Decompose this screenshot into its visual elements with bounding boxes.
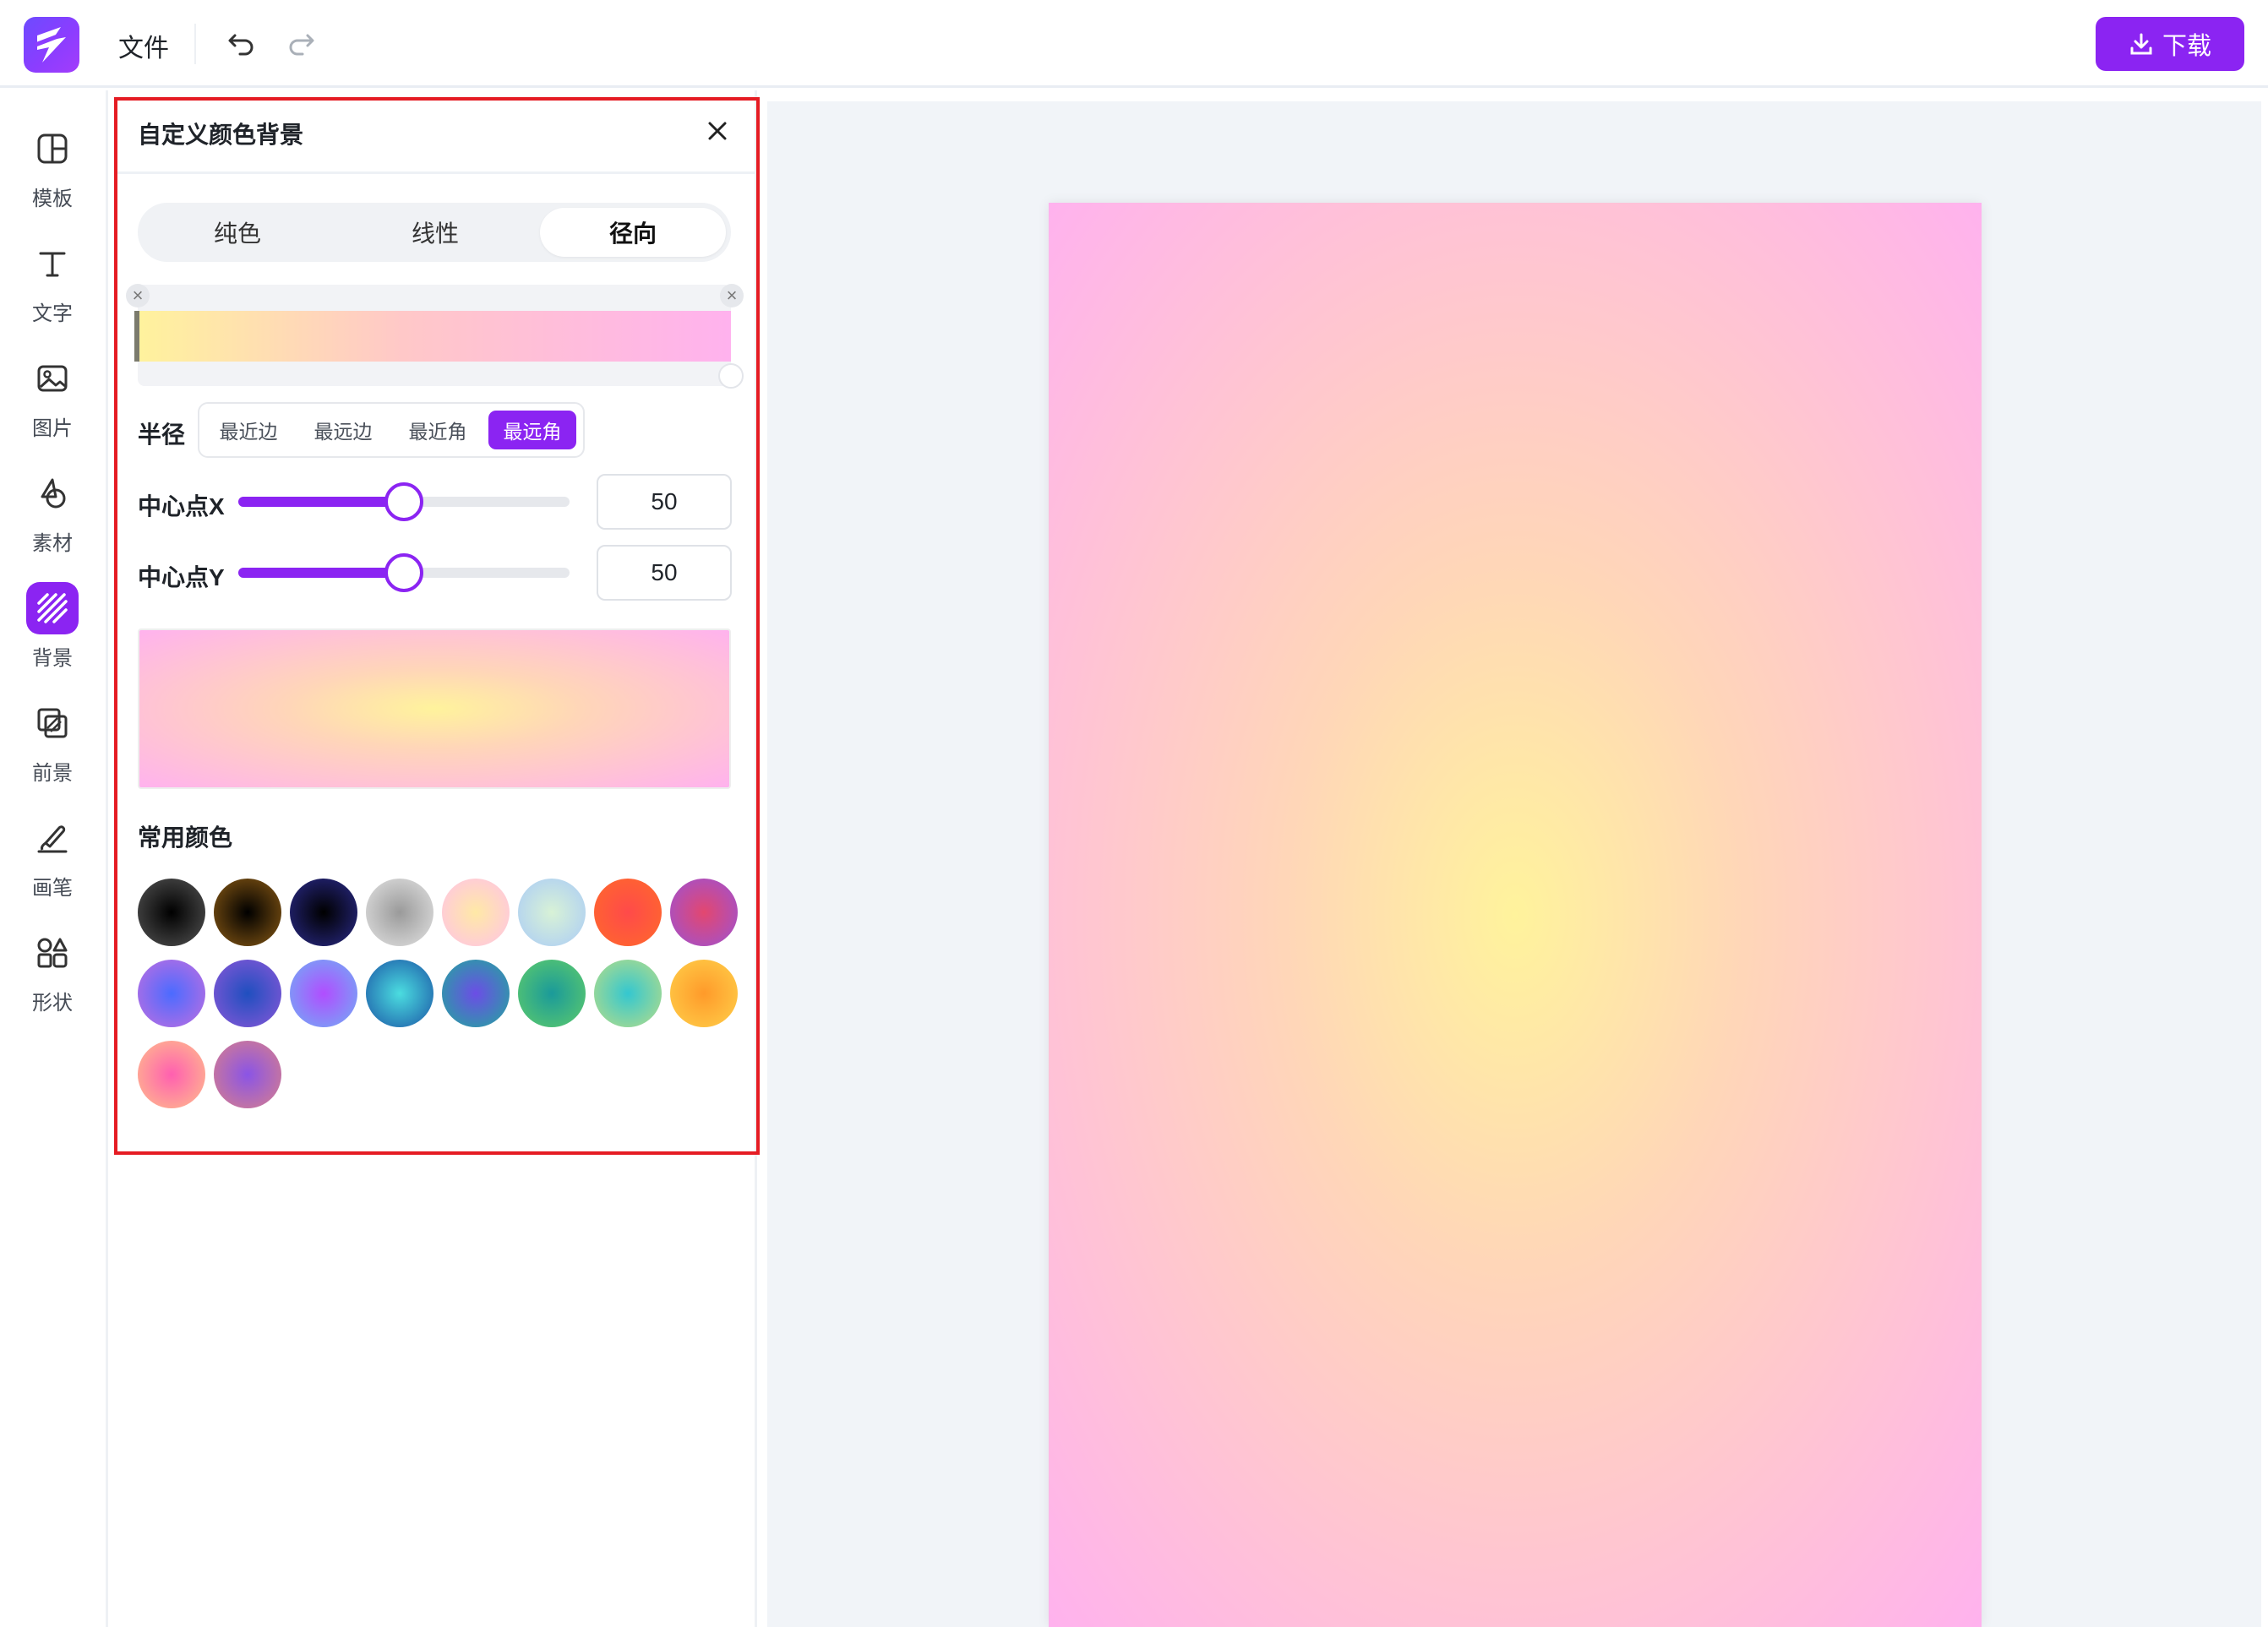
center-y-fill bbox=[238, 568, 404, 578]
gradient-stop-handle[interactable] bbox=[718, 363, 744, 389]
color-swatch[interactable] bbox=[138, 1041, 205, 1108]
center-y-slider-thumb[interactable] bbox=[384, 553, 423, 592]
foreground-icon bbox=[26, 697, 79, 749]
text-icon bbox=[26, 237, 79, 290]
center-x-label: 中心点X bbox=[138, 493, 225, 520]
radius-label: 半径 bbox=[138, 422, 186, 448]
rail-item-background[interactable]: 背景 bbox=[0, 582, 105, 683]
tab-solid[interactable]: 纯色 bbox=[144, 208, 330, 257]
radius-options: 最近边 最远边 最近角 最远角 bbox=[198, 402, 585, 458]
rail-label: 背景 bbox=[32, 647, 73, 670]
rail-label: 前景 bbox=[32, 762, 73, 785]
rail-item-shape[interactable]: 形状 bbox=[0, 927, 105, 1028]
color-swatch[interactable] bbox=[518, 879, 586, 946]
download-label: 下载 bbox=[2162, 33, 2211, 60]
color-swatch[interactable] bbox=[138, 960, 205, 1027]
toolbar-divider bbox=[194, 24, 196, 64]
background-hatch-icon bbox=[26, 582, 79, 634]
color-swatch[interactable] bbox=[442, 960, 510, 1027]
color-swatch[interactable] bbox=[138, 879, 205, 946]
tab-radial[interactable]: 径向 bbox=[540, 208, 726, 257]
rail-label: 图片 bbox=[32, 417, 73, 440]
tab-linear[interactable]: 线性 bbox=[342, 208, 528, 257]
color-swatch[interactable] bbox=[518, 960, 586, 1027]
color-swatch[interactable] bbox=[366, 879, 433, 946]
center-x-slider-thumb[interactable] bbox=[384, 482, 423, 521]
undo-icon[interactable] bbox=[225, 25, 259, 59]
radius-option-farthest-corner[interactable]: 最远角 bbox=[488, 411, 576, 449]
rail-label: 形状 bbox=[32, 992, 73, 1015]
fill-type-tabs: 纯色 线性 径向 bbox=[138, 203, 731, 262]
center-y-label: 中心点Y bbox=[138, 564, 225, 590]
close-icon[interactable] bbox=[705, 118, 730, 144]
download-icon bbox=[2130, 33, 2152, 55]
rail-label: 文字 bbox=[32, 302, 73, 325]
color-swatch[interactable] bbox=[442, 879, 510, 946]
gradient-stop-handle[interactable] bbox=[134, 311, 139, 362]
color-swatch[interactable] bbox=[366, 960, 433, 1027]
color-swatch[interactable] bbox=[290, 879, 357, 946]
rail-item-image[interactable]: 图片 bbox=[0, 352, 105, 454]
color-swatch[interactable] bbox=[670, 960, 738, 1027]
shapes-material-icon bbox=[26, 467, 79, 520]
rail-item-text[interactable]: 文字 bbox=[0, 237, 105, 339]
panel-title: 自定义颜色背景 bbox=[138, 122, 304, 148]
rail-item-foreground[interactable]: 前景 bbox=[0, 697, 105, 798]
shape-icon bbox=[26, 927, 79, 979]
center-x-fill bbox=[238, 497, 404, 507]
radius-option-farthest-side[interactable]: 最远边 bbox=[299, 411, 387, 449]
color-swatch[interactable] bbox=[594, 960, 662, 1027]
remove-stop-icon[interactable]: × bbox=[126, 284, 150, 307]
color-swatch[interactable] bbox=[290, 960, 357, 1027]
center-y-input[interactable] bbox=[597, 545, 732, 601]
top-bar: 文件 下载 bbox=[0, 0, 2268, 88]
gradient-preview bbox=[138, 628, 731, 789]
rail-label: 模板 bbox=[32, 188, 73, 210]
center-x-input[interactable] bbox=[597, 474, 732, 530]
color-swatch[interactable] bbox=[214, 879, 281, 946]
logo-bolt-icon bbox=[35, 27, 66, 63]
rail-item-material[interactable]: 素材 bbox=[0, 467, 105, 569]
color-swatch[interactable] bbox=[214, 1041, 281, 1108]
radius-option-closest-side[interactable]: 最近边 bbox=[204, 411, 292, 449]
radius-option-closest-corner[interactable]: 最近角 bbox=[394, 411, 482, 449]
rail-item-template[interactable]: 模板 bbox=[0, 122, 105, 224]
rail-label: 素材 bbox=[32, 532, 73, 555]
color-swatch[interactable] bbox=[594, 879, 662, 946]
redo-icon[interactable] bbox=[284, 25, 318, 59]
download-button[interactable]: 下载 bbox=[2096, 17, 2244, 71]
artboard[interactable] bbox=[1049, 203, 1982, 1627]
common-colors-label: 常用颜色 bbox=[138, 824, 233, 851]
rail-label: 画笔 bbox=[32, 877, 73, 900]
panel-divider bbox=[117, 171, 756, 174]
layout-icon bbox=[26, 122, 79, 175]
image-icon bbox=[26, 352, 79, 405]
gradient-bar[interactable] bbox=[134, 311, 731, 362]
rail-item-brush[interactable]: 画笔 bbox=[0, 812, 105, 913]
remove-stop-icon[interactable]: × bbox=[720, 284, 744, 307]
app-logo[interactable] bbox=[24, 17, 79, 73]
file-menu[interactable]: 文件 bbox=[118, 27, 169, 64]
color-swatch[interactable] bbox=[670, 879, 738, 946]
brush-icon bbox=[26, 812, 79, 864]
color-swatch[interactable] bbox=[214, 960, 281, 1027]
left-rail: 模板 文字 图片 素材 背景 前景 画笔 形状 bbox=[0, 90, 108, 1627]
